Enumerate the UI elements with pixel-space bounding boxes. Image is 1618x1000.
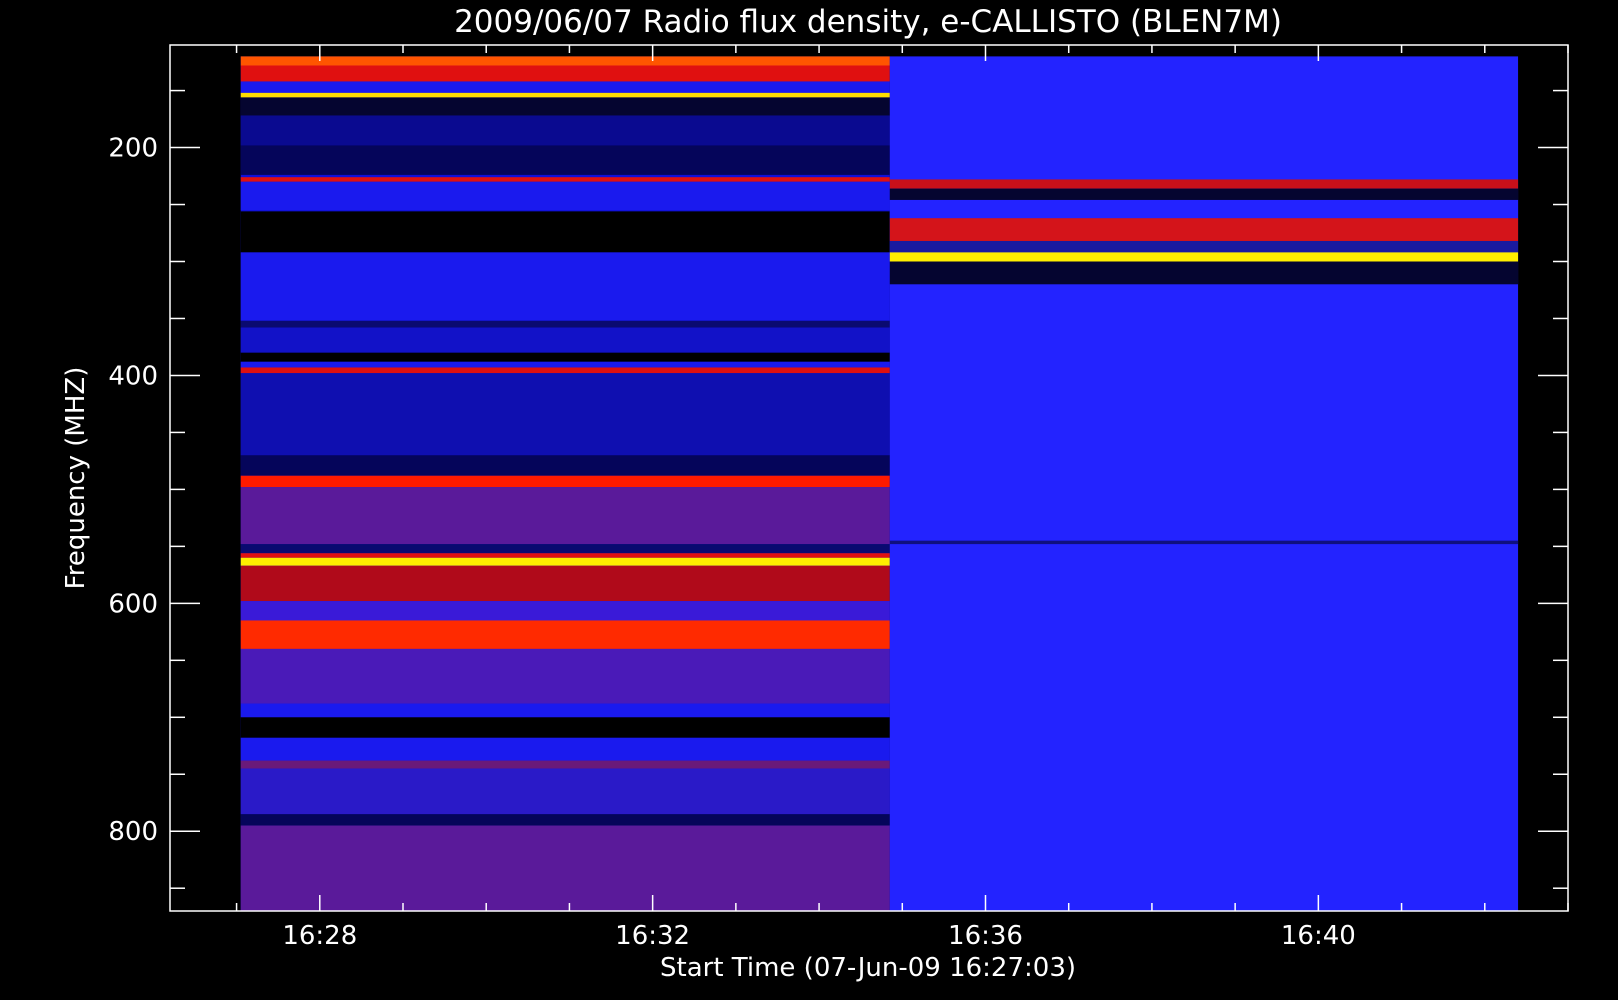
frequency-band: [240, 717, 890, 738]
frequency-band: [240, 557, 890, 566]
frequency-band: [240, 620, 890, 649]
frequency-band: [240, 92, 890, 98]
spectrogram-chart: 2009/06/07 Radio flux density, e-CALLIST…: [0, 0, 1618, 1000]
frequency-band: [240, 703, 890, 718]
y-tick-label: 400: [108, 361, 158, 391]
frequency-band: [889, 540, 1519, 545]
frequency-band: [240, 760, 890, 769]
frequency-band: [240, 320, 890, 328]
chart-title: 2009/06/07 Radio flux density, e-CALLIST…: [454, 4, 1282, 40]
frequency-band: [240, 211, 890, 253]
frequency-band: [240, 56, 890, 66]
x-axis-label: Start Time (07-Jun-09 16:27:03): [660, 953, 1076, 983]
frequency-band: [240, 455, 890, 476]
frequency-band: [240, 601, 890, 621]
frequency-band: [240, 115, 890, 146]
frequency-band: [240, 814, 890, 826]
frequency-band: [240, 97, 890, 116]
x-tick-label: 16:40: [1281, 921, 1356, 951]
frequency-band: [889, 218, 1519, 241]
frequency-band: [240, 544, 890, 554]
frequency-band: [240, 252, 890, 321]
frequency-band: [240, 373, 890, 456]
frequency-band: [240, 648, 890, 704]
y-tick-label: 200: [108, 134, 158, 164]
frequency-band: [240, 145, 890, 175]
frequency-band: [889, 252, 1519, 262]
frequency-band: [240, 553, 890, 558]
y-tick-label: 800: [108, 817, 158, 847]
frequency-band: [889, 199, 1519, 219]
frequency-band: [889, 261, 1519, 285]
frequency-band: [240, 768, 890, 815]
frequency-band: [889, 179, 1519, 189]
frequency-band: [240, 177, 890, 182]
frequency-band: [240, 487, 890, 545]
frequency-band: [240, 352, 890, 362]
frequency-band: [240, 65, 890, 82]
x-tick-label: 16:28: [282, 921, 357, 951]
frequency-band: [889, 240, 1519, 253]
frequency-band: [889, 188, 1519, 200]
frequency-band: [240, 825, 890, 911]
frequency-band: [240, 367, 890, 374]
plot-area: [240, 56, 1519, 912]
frequency-band: [240, 565, 890, 602]
frequency-band: [240, 327, 890, 353]
y-axis-label: Frequency (MHZ): [61, 367, 91, 590]
frequency-band: [240, 81, 890, 93]
frequency-band: [240, 181, 890, 211]
frequency-band: [240, 361, 890, 368]
y-tick-label: 600: [108, 589, 158, 619]
x-tick-label: 16:32: [615, 921, 690, 951]
frequency-band: [240, 475, 890, 488]
frequency-band: [240, 737, 890, 761]
x-tick-label: 16:36: [948, 921, 1023, 951]
